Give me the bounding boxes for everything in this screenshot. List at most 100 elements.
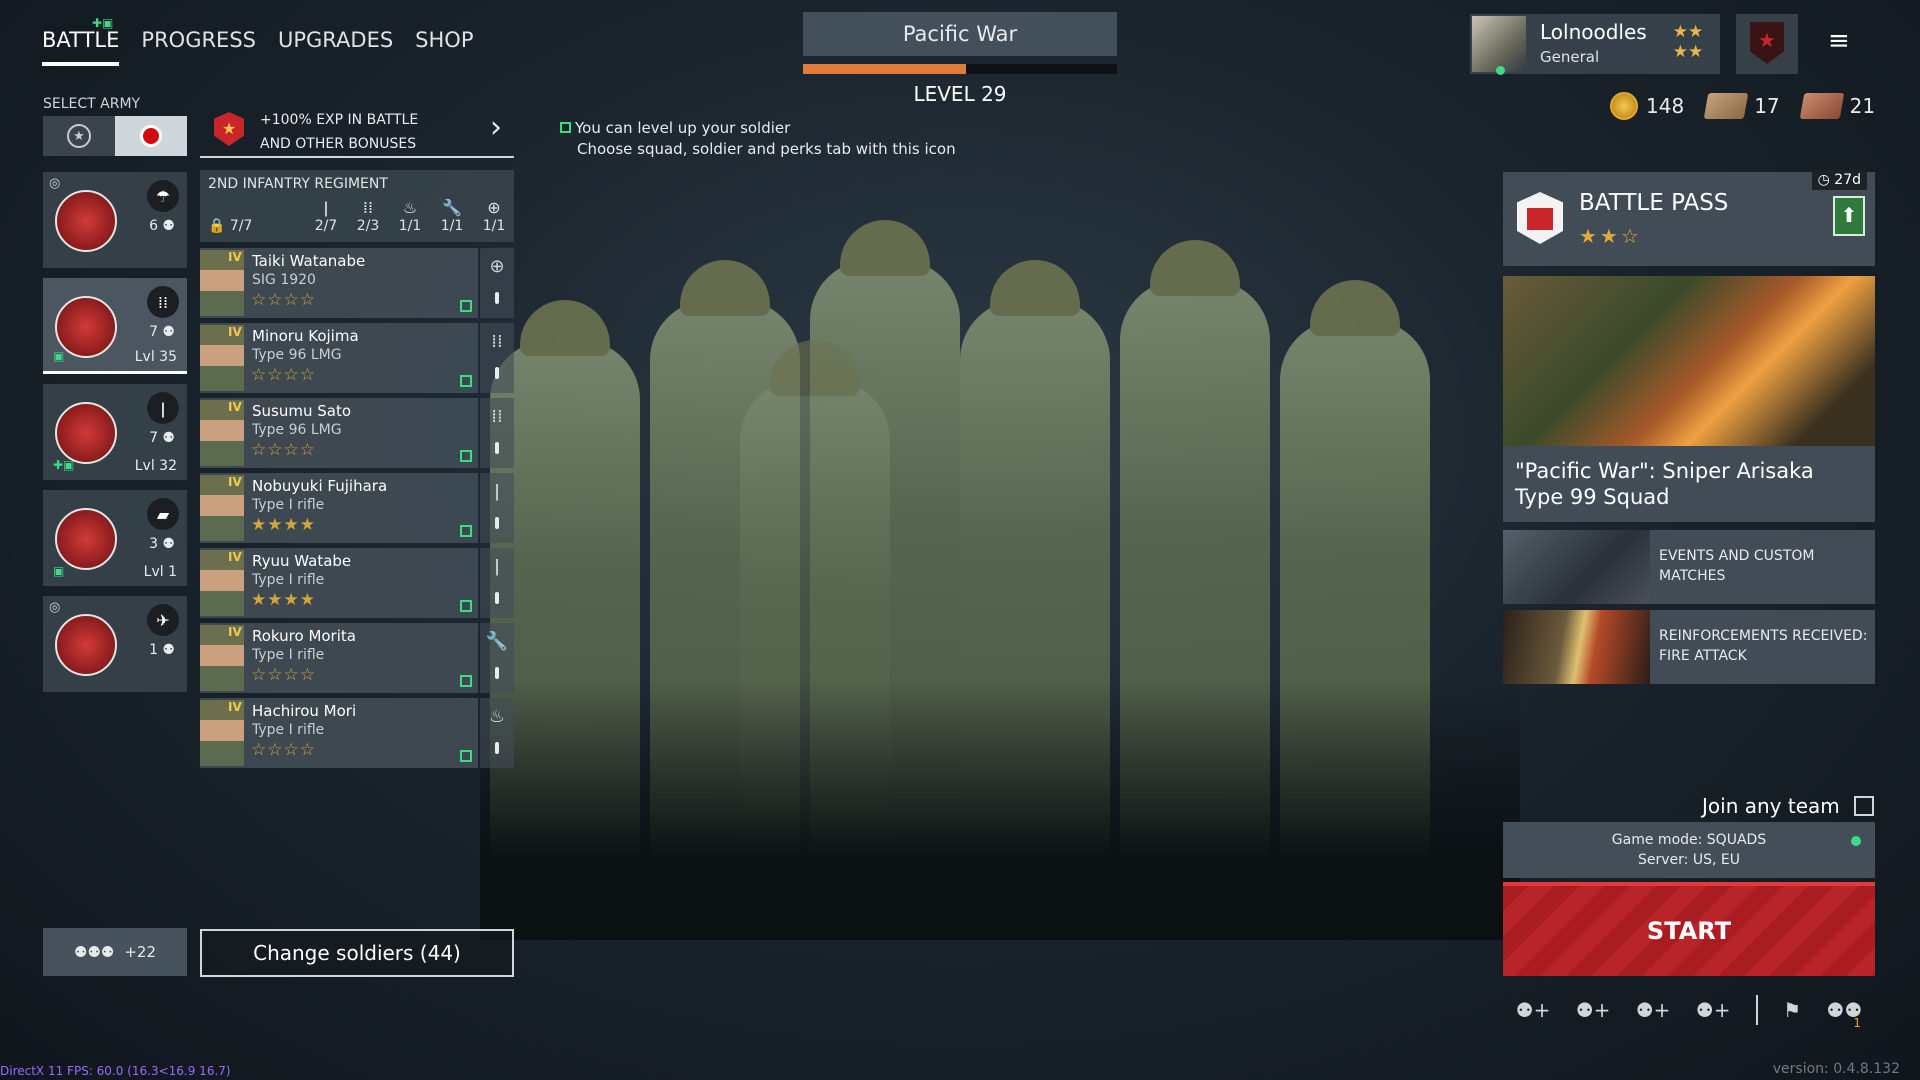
soldier-slot-class[interactable]: ǀ [480,473,514,543]
add-player-icon[interactable]: ⚉+ [1696,998,1731,1022]
gold-ticket-currency[interactable]: 21 [1799,93,1876,119]
soldier-row[interactable]: IV Taiki Watanabe SIG 1920 ☆☆☆☆ [200,248,478,318]
soldier-row[interactable]: IV Susumu Sato Type 96 LMG ☆☆☆☆ [200,398,478,468]
gold-currency[interactable]: 148 [1610,92,1684,120]
perk-available-icon [460,600,472,612]
regiment-stat-flame: ♨ 1/1 [390,198,430,234]
tab-upgrades[interactable]: UPGRADES [278,28,393,66]
divider [1755,995,1758,1025]
soldier-slot-class[interactable]: ⁞⁞ [480,323,514,393]
battle-pass-card[interactable]: BATTLE PASS ★★☆ ◷ 27d ⬆ [1503,170,1875,266]
wrench-icon: 🔧 [485,631,509,652]
soldier-slot-class[interactable]: 🔧 [480,623,514,693]
soldier-weapon: Type I rifle [252,572,325,588]
squad-level: Lvl 35 [134,349,177,365]
soldier-slot-class[interactable]: ♨ [480,698,514,768]
soldier-squad-scene [480,140,1520,940]
tab-shop[interactable]: SHOP [415,28,473,66]
soldier-slot-class[interactable]: ⊕ [480,248,514,318]
add-player-icon[interactable]: ⚉+ [1576,998,1611,1022]
perk-available-icon [460,525,472,537]
join-any-team-checkbox[interactable] [1853,796,1874,816]
regiment-name: 2ND INFANTRY REGIMENT [208,176,388,192]
ammo-icon: ⁞⁞ [491,331,503,352]
rifle-icon: ǀ [494,556,500,577]
perk-available-icon [460,300,472,312]
tab-shop-label: SHOP [415,28,474,52]
soldier-row[interactable]: IV Rokuro Morita Type I rifle ☆☆☆☆ [200,623,478,693]
featured-offer-caption: "Pacific War": Sniper Arisaka Type 99 Sq… [1515,459,1814,509]
premium-bonus-banner[interactable]: ★ +100% EXP IN BATTLE AND OTHER BONUSES … [200,104,514,158]
tab-progress[interactable]: PROGRESS [141,28,256,66]
soldier-weapon: SIG 1920 [252,272,316,288]
level-up-arrow-icon: ⬆ [1833,196,1865,236]
change-soldiers-button[interactable]: Change soldiers (44) [200,929,514,977]
bonus-line-2: AND OTHER BONUSES [260,136,417,152]
upgrade-available-icon: ▣ [53,349,65,363]
squad-card-machinegunners[interactable]: ⁞⁞ 7 ⚉ ▣ Lvl 35 [43,278,187,374]
squad-level: Lvl 32 [134,458,177,474]
army-tab-japan[interactable] [115,116,187,156]
reinforcements-tile[interactable]: REINFORCEMENTS RECEIVED: FIRE ATTACK [1503,610,1875,684]
fire-icon: ♨ [402,198,418,217]
campaign-level: LEVEL 29 [913,82,1007,106]
join-any-team[interactable]: Join any team [1702,794,1874,818]
silver-ticket-icon [1703,93,1749,119]
main-nav: ✚▣ BATTLE PROGRESS UPGRADES SHOP [42,16,474,66]
tab-battle-label: BATTLE [42,28,120,52]
soldier-weapon: Type I rifle [252,722,325,738]
gold-ticket-icon [1799,93,1844,119]
add-player-icon[interactable]: ⚉+ [1636,998,1671,1022]
upgrade-available-icon: ✚▣ [53,458,75,472]
invite-friends-button[interactable]: ⚉⚉⚉ +22 [43,928,187,976]
slot-indicator [495,367,499,379]
soldier-row[interactable]: IV Minoru Kojima Type 96 LMG ☆☆☆☆ [200,323,478,393]
bonus-line-1: +100% EXP IN BATTLE [260,112,419,128]
pin-icon: ◎ [49,176,61,191]
add-icon: ⊕ [489,256,505,277]
tab-progress-label: PROGRESS [141,28,256,52]
silver-ticket-currency[interactable]: 17 [1703,93,1780,119]
soldier-row[interactable]: IV Ryuu Watabe Type I rifle ★★★★ [200,548,478,618]
squad-card-paratroopers[interactable]: ◎ ☂ 6 ⚉ [43,172,187,268]
game-mode-panel[interactable]: Game mode: SQUADS Server: US, EU [1503,822,1875,878]
events-tile[interactable]: EVENTS AND CUSTOM MATCHES [1503,530,1875,604]
soldier-row[interactable]: IV Hachirou Mori Type I rifle ☆☆☆☆ [200,698,478,768]
soldier-weapon: Type I rifle [252,647,325,663]
soldier-stars: ☆☆☆☆ [251,290,316,310]
squad-card-riflemen[interactable]: ǀ 7 ⚉ ✚▣ Lvl 32 [43,384,187,480]
new-badge-icon: ✚▣ [92,16,114,30]
campaign-title[interactable]: Pacific War [803,12,1117,56]
fire-icon: ♨ [488,706,506,727]
add-player-icon[interactable]: ⚉+ [1516,998,1551,1022]
soldier-row[interactable]: IV Nobuyuki Fujihara Type I rifle ★★★★ [200,473,478,543]
soldier-name: Hachirou Mori [252,702,357,720]
tab-battle[interactable]: ✚▣ BATTLE [42,16,120,66]
squad-level: Lvl 1 [143,564,177,580]
soldier-slot-class[interactable]: ǀ [480,548,514,618]
regiment-capacity: 🔒 7/7 [208,218,253,234]
player-profile[interactable]: Lolnoodles General ★★ ★★ [1470,14,1720,75]
squad-card-tank[interactable]: ▰ 3 ⚉ ▣ Lvl 1 [43,490,187,586]
perk-available-icon [460,375,472,387]
flag-icon[interactable]: ⚑ [1783,998,1801,1022]
army-tab-allies[interactable]: ★ [43,116,115,156]
rank-badge-button[interactable]: ★ [1736,14,1798,74]
soldier-slot-class[interactable]: ⁞⁞ [480,398,514,468]
squad-emblem [55,508,117,570]
soldier-name: Ryuu Watabe [252,552,352,570]
soldier-name: Rokuro Morita [252,627,356,645]
battle-pass-logo-icon [1517,192,1563,244]
gold-ticket-amount: 21 [1849,94,1876,118]
regiment-stat-medic: ⊕ 1/1 [474,198,514,234]
start-button[interactable]: START [1503,882,1875,976]
squad-card-aircraft[interactable]: ◎ ✈ 1 ⚉ [43,596,187,692]
featured-offer-card[interactable]: "Pacific War": Sniper Arisaka Type 99 Sq… [1503,276,1875,522]
chevron-right-icon: › [490,110,502,145]
soldier-rank: IV [228,400,242,414]
menu-icon[interactable]: ≡ [1828,26,1850,56]
server-text: Server: US, EU [1638,852,1740,868]
featured-offer-image [1503,276,1875,446]
perk-available-icon [460,750,472,762]
add-icon: ⊕ [487,198,501,217]
